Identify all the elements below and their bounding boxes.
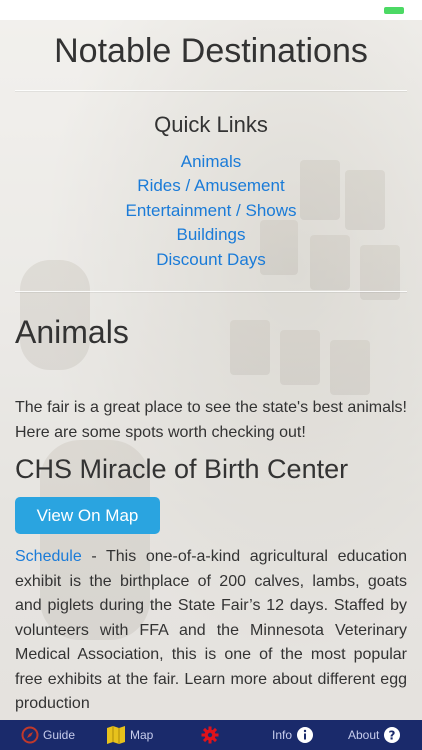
tab-label: Map <box>130 728 154 742</box>
tab-guide[interactable]: Guide <box>20 720 75 750</box>
tab-map[interactable]: Map <box>105 720 153 750</box>
schedule-link[interactable]: Schedule <box>15 548 82 565</box>
tab-label: Info <box>272 728 293 742</box>
tab-label: About <box>348 728 380 742</box>
question-icon: ? <box>383 726 401 744</box>
subsection-title: CHS Miracle of Birth Center <box>15 454 349 484</box>
tab-bar: Guide Map Info About ? <box>0 720 422 750</box>
divider <box>15 90 407 91</box>
quick-link-entertainment[interactable]: Entertainment / Shows <box>0 201 422 221</box>
section-title: Animals <box>15 314 129 350</box>
background-photo: Notable Destinations Quick Links Animals… <box>0 20 422 720</box>
divider <box>15 291 407 292</box>
tab-about[interactable]: About ? <box>348 720 404 750</box>
compass-icon <box>20 725 40 745</box>
page-title: Notable Destinations <box>54 32 368 70</box>
description-text: - This one-of-a-kind agricultural educat… <box>15 548 407 712</box>
subsection-description: Schedule - This one-of-a-kind agricultur… <box>15 545 407 717</box>
view-on-map-button[interactable]: View On Map <box>15 497 160 534</box>
svg-text:?: ? <box>389 729 396 743</box>
tab-settings[interactable] <box>200 720 223 750</box>
battery-icon <box>384 7 404 14</box>
map-icon <box>105 724 127 746</box>
quick-link-discount-days[interactable]: Discount Days <box>0 250 422 270</box>
status-bar <box>0 0 422 20</box>
info-icon <box>296 726 314 744</box>
quick-link-rides[interactable]: Rides / Amusement <box>0 176 422 196</box>
quick-links-title: Quick Links <box>154 112 268 137</box>
gear-icon <box>200 725 220 745</box>
tab-label: Guide <box>43 728 76 742</box>
tab-info[interactable]: Info <box>272 720 317 750</box>
quick-link-buildings[interactable]: Buildings <box>0 225 422 245</box>
quick-link-animals[interactable]: Animals <box>0 152 422 172</box>
section-intro: The fair is a great place to see the sta… <box>15 399 407 441</box>
